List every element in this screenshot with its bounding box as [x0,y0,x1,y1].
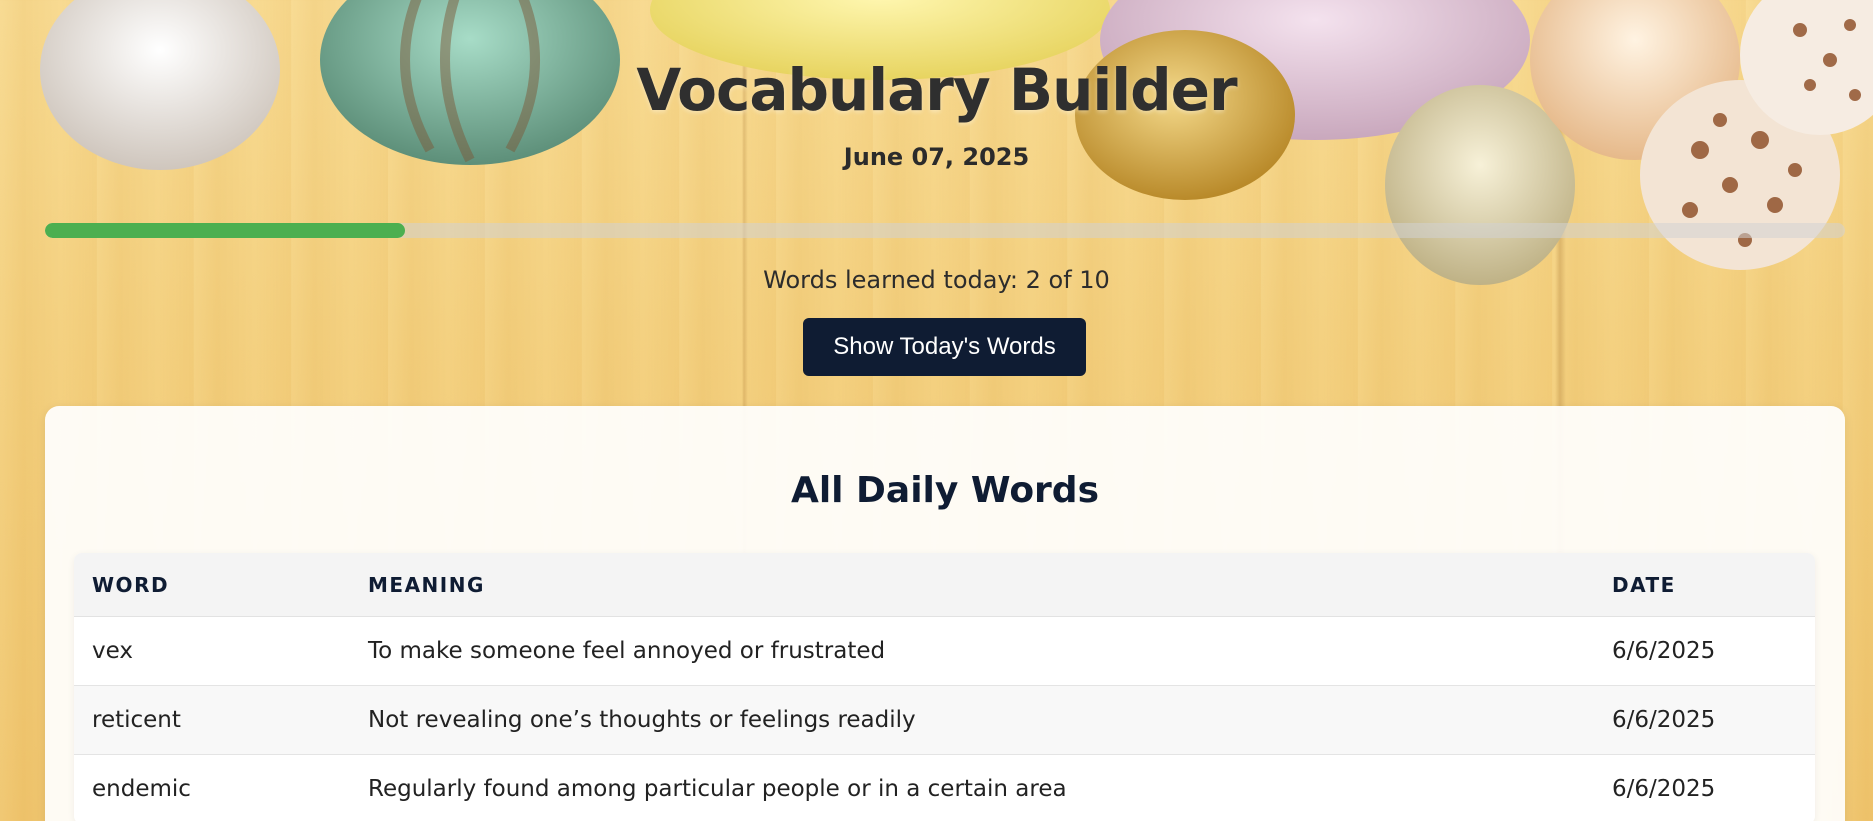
word-cell: endemic [74,754,350,821]
date-cell: 6/6/2025 [1594,685,1815,755]
all-daily-words-card: All Daily Words WORD MEANING DATE vex To… [45,406,1845,821]
meaning-cell: Not revealing one’s thoughts or feelings… [350,685,1594,755]
table-row: vex To make someone feel annoyed or frus… [74,616,1815,686]
column-header-date: DATE [1594,553,1815,617]
meaning-cell: Regularly found among particular people … [350,754,1594,821]
words-learned-status: Words learned today: 2 of 10 [763,266,1110,294]
column-header-word: WORD [74,553,350,617]
section-title: All Daily Words [790,470,1100,511]
meaning-cell: To make someone feel annoyed or frustrat… [350,616,1594,686]
current-date: June 07, 2025 [843,143,1030,171]
date-cell: 6/6/2025 [1594,616,1815,686]
table-row: reticent Not revealing one’s thoughts or… [74,685,1815,755]
show-todays-words-button[interactable]: Show Today's Words [803,318,1086,376]
words-table-container: WORD MEANING DATE vex To make someone fe… [74,553,1815,821]
words-table: WORD MEANING DATE vex To make someone fe… [74,553,1815,821]
date-cell: 6/6/2025 [1594,754,1815,821]
column-header-meaning: MEANING [350,553,1594,617]
progress-bar [45,223,1845,238]
word-cell: vex [74,616,350,686]
word-cell: reticent [74,685,350,755]
progress-bar-fill [45,223,405,238]
page-title: Vocabulary Builder [636,56,1237,124]
table-header-row: WORD MEANING DATE [74,553,1815,617]
table-row: endemic Regularly found among particular… [74,754,1815,821]
